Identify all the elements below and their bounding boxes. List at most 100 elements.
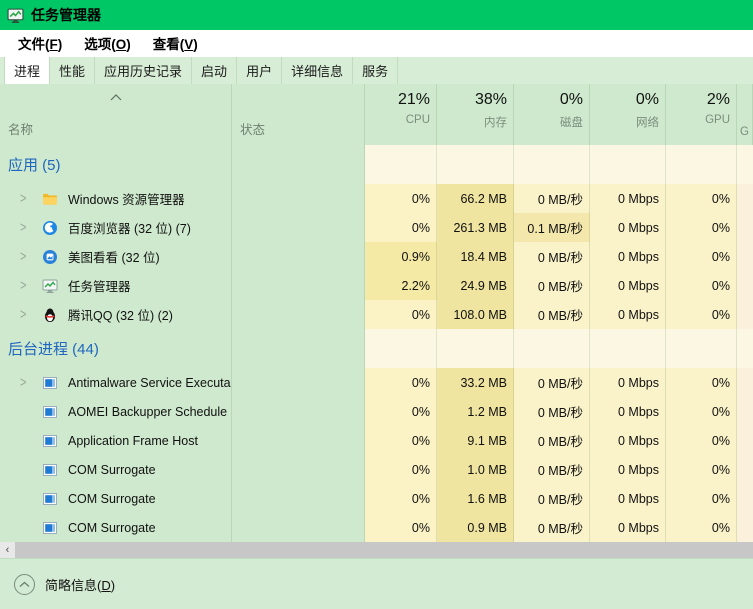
disk-value: 0 MB/秒: [514, 242, 590, 271]
scrollbar-left-button[interactable]: ‹: [0, 542, 15, 558]
overflow-cell: [737, 484, 753, 513]
process-name: Application Frame Host: [68, 434, 198, 448]
window-title: 任务管理器: [31, 5, 101, 25]
table-row[interactable]: > 美图看看 (32 位) 0.9% 18.4 MB 0 MB/秒 0 Mbps…: [0, 242, 753, 271]
tab-processes[interactable]: 进程: [4, 57, 50, 84]
window-icon: [42, 520, 58, 536]
menu-file[interactable]: 文件(F): [8, 30, 72, 57]
column-header-disk[interactable]: 0% 磁盘: [514, 84, 590, 145]
tab-users[interactable]: 用户: [237, 57, 282, 84]
disk-value: 0 MB/秒: [514, 513, 590, 542]
status-cell: [232, 455, 365, 484]
gpu-value: 0%: [666, 271, 737, 300]
overflow-cell: [737, 300, 753, 329]
network-value: 0 Mbps: [590, 513, 666, 542]
memory-value: 9.1 MB: [437, 426, 514, 455]
footer-bar: 简略信息(D): [0, 558, 753, 609]
disk-value: 0 MB/秒: [514, 426, 590, 455]
overflow-cell: [737, 513, 753, 542]
expand-chevron-icon[interactable]: >: [20, 249, 42, 265]
table-row[interactable]: > 百度浏览器 (32 位) (7) 0% 261.3 MB 0.1 MB/秒 …: [0, 213, 753, 242]
menu-options[interactable]: 选项(O): [74, 30, 141, 57]
tab-app-history[interactable]: 应用历史记录: [95, 57, 192, 84]
group-header-row[interactable]: 应用 (5): [0, 145, 753, 184]
scrollbar-thumb[interactable]: [15, 542, 753, 558]
expand-chevron-icon[interactable]: >: [20, 278, 42, 294]
table-row[interactable]: > Application Frame Host 0% 9.1 MB 0 MB/…: [0, 426, 753, 455]
tabstrip: 进程 性能 应用历史记录 启动 用户 详细信息 服务: [0, 57, 753, 84]
window-icon: [42, 433, 58, 449]
tab-services[interactable]: 服务: [353, 57, 398, 84]
qq-icon: [42, 307, 58, 323]
overflow-cell: [737, 368, 753, 397]
status-cell: [232, 368, 365, 397]
status-cell: [232, 513, 365, 542]
gpu-value: 0%: [666, 300, 737, 329]
cpu-value: 2.2%: [365, 271, 437, 300]
status-cell: [232, 300, 365, 329]
table-row[interactable]: > AOMEI Backupper Schedule ... 0% 1.2 MB…: [0, 397, 753, 426]
process-table: 名称 状态 21% CPU 38% 内存 0% 磁盘 0% 网络 2%: [0, 84, 753, 542]
disk-value: 0 MB/秒: [514, 397, 590, 426]
network-value: 0 Mbps: [590, 184, 666, 213]
network-value: 0 Mbps: [590, 213, 666, 242]
overflow-cell: [737, 455, 753, 484]
disk-value: 0.1 MB/秒: [514, 213, 590, 242]
network-value: 0 Mbps: [590, 397, 666, 426]
column-header-status[interactable]: 状态: [232, 84, 365, 145]
status-cell: [232, 242, 365, 271]
fewer-details-label[interactable]: 简略信息(D): [45, 575, 115, 594]
column-header-name[interactable]: 名称: [0, 84, 232, 145]
table-row[interactable]: > Windows 资源管理器 0% 66.2 MB 0 MB/秒 0 Mbps…: [0, 184, 753, 213]
column-header-memory[interactable]: 38% 内存: [437, 84, 514, 145]
tab-startup[interactable]: 启动: [192, 57, 237, 84]
column-header-network[interactable]: 0% 网络: [590, 84, 666, 145]
disk-value: 0 MB/秒: [514, 455, 590, 484]
process-name: 腾讯QQ (32 位) (2): [68, 305, 173, 324]
process-name: COM Surrogate: [68, 492, 156, 506]
disk-value: 0 MB/秒: [514, 368, 590, 397]
expand-chevron-icon[interactable]: >: [20, 191, 42, 207]
table-row[interactable]: > COM Surrogate 0% 1.0 MB 0 MB/秒 0 Mbps …: [0, 455, 753, 484]
process-name: Antimalware Service Executa...: [68, 376, 232, 390]
task-manager-icon: [42, 278, 58, 294]
process-name: COM Surrogate: [68, 463, 156, 477]
table-row[interactable]: > Antimalware Service Executa... 0% 33.2…: [0, 368, 753, 397]
group-header-row[interactable]: 后台进程 (44): [0, 329, 753, 368]
gpu-value: 0%: [666, 397, 737, 426]
disk-total-percent: 0%: [560, 90, 583, 110]
network-value: 0 Mbps: [590, 484, 666, 513]
column-header-cpu[interactable]: 21% CPU: [365, 84, 437, 145]
memory-value: 1.6 MB: [437, 484, 514, 513]
table-row[interactable]: > 任务管理器 2.2% 24.9 MB 0 MB/秒 0 Mbps 0%: [0, 271, 753, 300]
group-label: 后台进程 (44): [8, 338, 99, 359]
window-icon: [42, 491, 58, 507]
memory-value: 108.0 MB: [437, 300, 514, 329]
status-cell: [232, 271, 365, 300]
memory-value: 0.9 MB: [437, 513, 514, 542]
memory-value: 24.9 MB: [437, 271, 514, 300]
process-name: 美图看看 (32 位): [68, 247, 160, 266]
gpu-value: 0%: [666, 368, 737, 397]
expand-chevron-icon[interactable]: >: [20, 375, 42, 391]
overflow-cell: [737, 397, 753, 426]
menu-view[interactable]: 查看(V): [143, 30, 208, 57]
tab-details[interactable]: 详细信息: [282, 57, 353, 84]
fewer-details-button[interactable]: [14, 574, 35, 595]
expand-chevron-icon[interactable]: >: [20, 220, 42, 236]
table-row[interactable]: > COM Surrogate 0% 0.9 MB 0 MB/秒 0 Mbps …: [0, 513, 753, 542]
horizontal-scrollbar[interactable]: ‹: [0, 542, 753, 558]
table-row[interactable]: > COM Surrogate 0% 1.6 MB 0 MB/秒 0 Mbps …: [0, 484, 753, 513]
network-value: 0 Mbps: [590, 271, 666, 300]
status-cell: [232, 213, 365, 242]
tab-performance[interactable]: 性能: [50, 57, 95, 84]
status-cell: [232, 426, 365, 455]
status-cell: [232, 397, 365, 426]
expand-chevron-icon[interactable]: >: [20, 307, 42, 323]
menubar: 文件(F) 选项(O) 查看(V): [0, 30, 753, 57]
cpu-value: 0%: [365, 426, 437, 455]
column-header-gpu[interactable]: 2% GPU: [666, 84, 737, 145]
gpu-value: 0%: [666, 484, 737, 513]
table-row[interactable]: > 腾讯QQ (32 位) (2) 0% 108.0 MB 0 MB/秒 0 M…: [0, 300, 753, 329]
memory-value: 33.2 MB: [437, 368, 514, 397]
